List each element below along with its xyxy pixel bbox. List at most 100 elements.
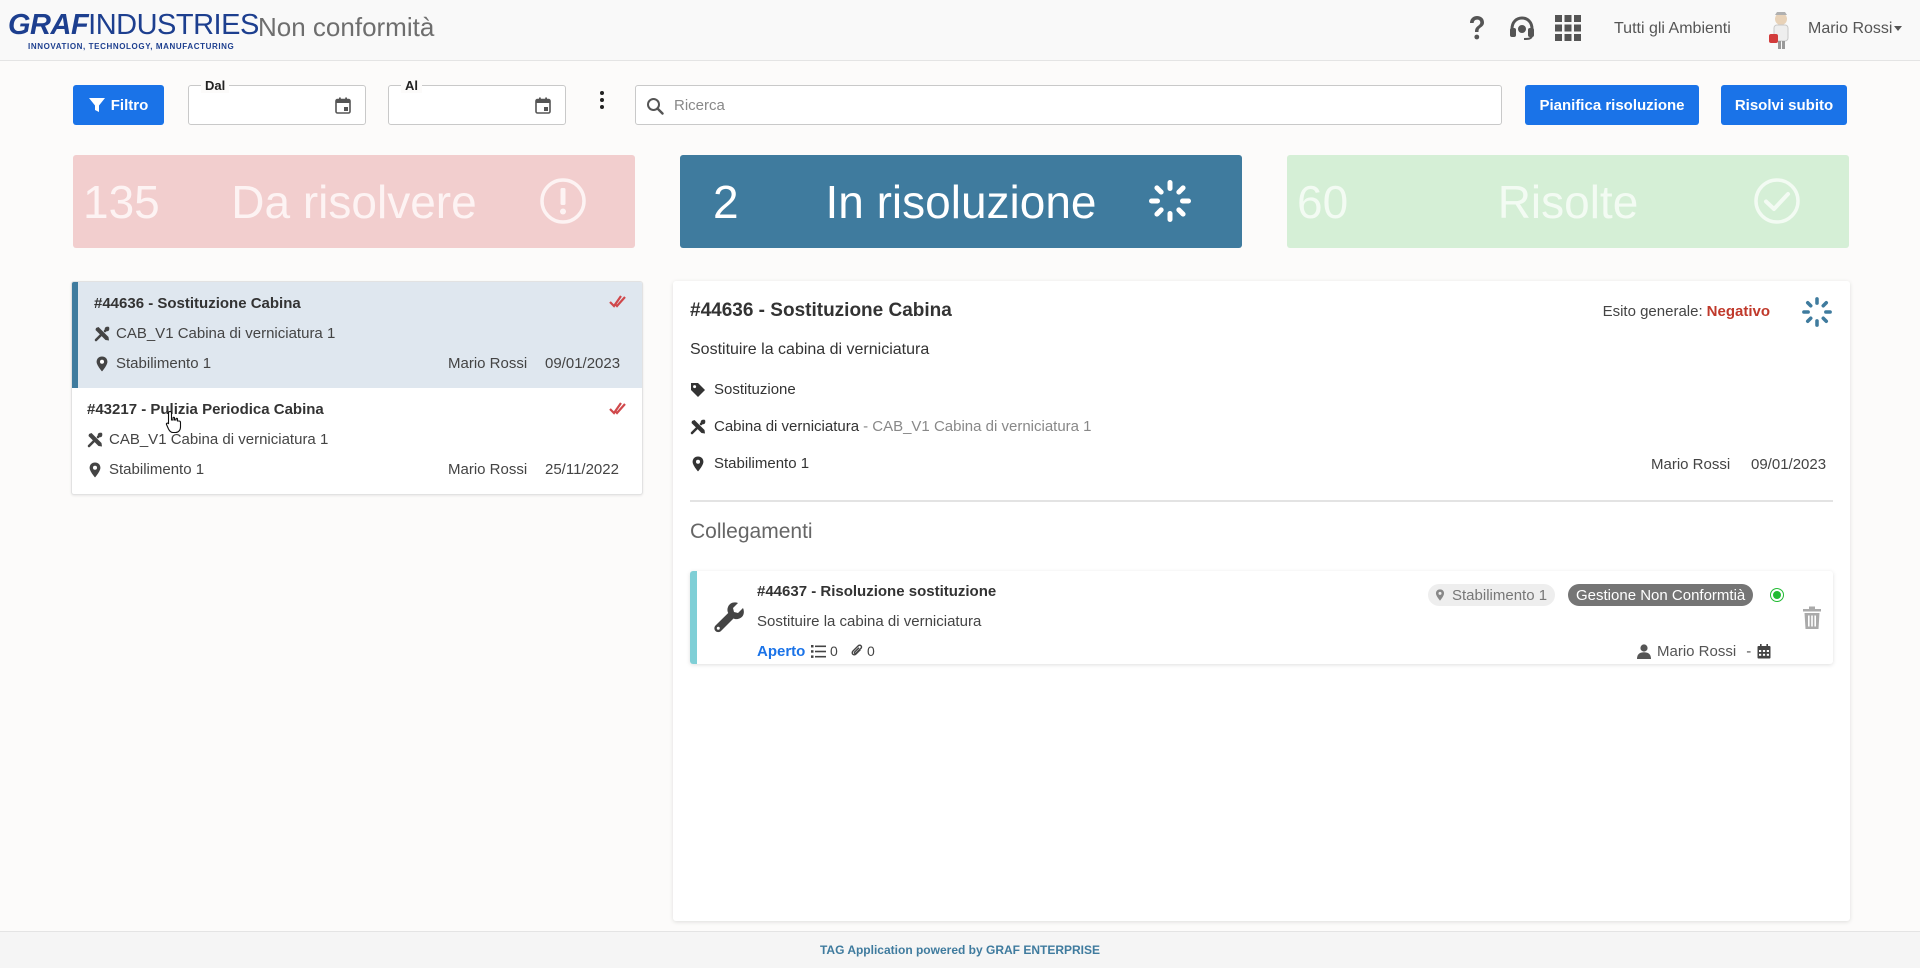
- tools-icon: [690, 419, 706, 434]
- detail-tag-text: Sostituzione: [714, 381, 796, 398]
- linked-item-separator: -: [1746, 643, 1752, 660]
- search-input[interactable]: [674, 86, 1494, 124]
- search-field[interactable]: [635, 85, 1502, 125]
- tools-icon: [94, 326, 110, 341]
- linked-item-tasks: 0: [811, 643, 838, 659]
- list-item-asset-text: CAB_V1 Cabina di verniciatura 1: [116, 325, 336, 342]
- user-avatar[interactable]: [1766, 10, 1796, 50]
- linked-item-status: Aperto: [757, 643, 806, 660]
- status-dot: [1771, 589, 1783, 601]
- logo-name: INDUSTRIES: [88, 9, 259, 41]
- more-options-icon[interactable]: [596, 89, 608, 111]
- list-item-user: Mario Rossi: [448, 355, 528, 372]
- stat-card-to-resolve[interactable]: 135 Da risolvere: [73, 155, 635, 248]
- detail-user: Mario Rossi: [1651, 456, 1731, 473]
- date-to-field[interactable]: Al: [388, 78, 566, 125]
- paperclip-icon: [851, 644, 863, 656]
- trash-icon[interactable]: [1802, 606, 1822, 630]
- location-chip: Stabilimento 1: [1428, 584, 1556, 606]
- selection-indicator: [72, 282, 78, 388]
- list-item-location: Stabilimento 1: [94, 355, 211, 372]
- map-marker-icon: [692, 456, 704, 471]
- outcome-value: Negativo: [1706, 303, 1770, 320]
- list-item-title: #44636 - Sostituzione Cabina: [94, 295, 301, 312]
- top-bar: GRAFINDUSTRIES INNOVATION, TECHNOLOGY, M…: [0, 0, 1920, 61]
- attachments-count: 0: [867, 643, 875, 659]
- footer: TAG Application powered by GRAF ENTERPRI…: [0, 931, 1920, 968]
- list-item-location-text: Stabilimento 1: [116, 355, 212, 372]
- detail-asset-code: - CAB_V1 Cabina di verniciatura 1: [863, 418, 1092, 435]
- logo-brand: GRAF: [8, 9, 89, 41]
- linked-item-attachments: 0: [851, 643, 875, 659]
- tools-icon: [87, 432, 103, 447]
- links-heading: Collegamenti: [690, 520, 813, 543]
- detail-panel: #44636 - Sostituzione Cabina Esito gener…: [673, 281, 1850, 921]
- spinner-icon: [1149, 180, 1191, 222]
- list-item-asset: CAB_V1 Cabina di verniciatura 1: [94, 325, 335, 342]
- calendar-icon: [1757, 644, 1771, 659]
- resolve-now-button[interactable]: Risolvi subito: [1721, 85, 1847, 125]
- outcome-label: Esito generale:: [1602, 303, 1703, 320]
- linked-item-title[interactable]: #44637 - Risoluzione sostituzione: [757, 583, 996, 600]
- footer-text: TAG Application powered by GRAF ENTERPRI…: [819, 943, 1101, 957]
- list-item-user: Mario Rossi: [448, 461, 528, 478]
- page-title: Non conformità: [258, 12, 435, 42]
- company-logo[interactable]: GRAFINDUSTRIES INNOVATION, TECHNOLOGY, M…: [8, 9, 259, 54]
- stat-card-resolved[interactable]: 60 Risolte: [1287, 155, 1849, 248]
- exclamation-circle-icon: [540, 178, 586, 224]
- stat-card-in-resolution[interactable]: 2 In risoluzione: [680, 155, 1242, 248]
- module-chip: Gestione Non Conformtià: [1568, 584, 1754, 606]
- logo-tagline: INNOVATION, TECHNOLOGY, MANUFACTURING: [28, 42, 235, 51]
- map-marker-icon: [1435, 589, 1445, 601]
- list-item-date: 25/11/2022: [545, 461, 619, 478]
- linked-item-user-text: Mario Rossi: [1657, 643, 1737, 660]
- help-icon[interactable]: [1462, 13, 1492, 43]
- date-from-field[interactable]: Dal: [188, 78, 366, 125]
- double-check-icon: [609, 402, 626, 415]
- list-item-location: Stabilimento 1: [87, 461, 204, 478]
- apps-grid-icon[interactable]: [1553, 13, 1583, 43]
- plan-resolution-label: Pianifica risoluzione: [1539, 96, 1685, 114]
- detail-title: #44636 - Sostituzione Cabina: [690, 300, 952, 321]
- detail-location-text: Stabilimento 1: [714, 455, 810, 472]
- detail-description: Sostituire la cabina di verniciatura: [690, 341, 930, 358]
- calendar-icon[interactable]: [335, 97, 351, 114]
- check-circle-icon: [1754, 178, 1800, 224]
- detail-date: 09/01/2023: [1751, 456, 1827, 473]
- tasks-count: 0: [830, 643, 838, 659]
- user-icon: [1637, 644, 1651, 659]
- filter-button[interactable]: Filtro: [73, 85, 164, 125]
- user-menu[interactable]: Mario Rossi: [1808, 20, 1892, 38]
- linked-item-description: Sostituire la cabina di verniciatura: [757, 613, 982, 630]
- list-item[interactable]: #43217 - Pulizia Periodica Cabina CAB_V1…: [72, 390, 642, 494]
- mouse-cursor-icon: [165, 410, 182, 434]
- filter-button-label: Filtro: [110, 96, 149, 114]
- detail-asset: Cabina di verniciatura - CAB_V1 Cabina d…: [690, 418, 1092, 435]
- calendar-icon[interactable]: [535, 97, 551, 114]
- non-conformity-list: #44636 - Sostituzione Cabina CAB_V1 Cabi…: [71, 281, 643, 495]
- filter-icon: [88, 98, 105, 112]
- list-item-asset-text: CAB_V1 Cabina di verniciatura 1: [109, 431, 329, 448]
- resolve-now-label: Risolvi subito: [1734, 96, 1834, 114]
- detail-location: Stabilimento 1: [690, 455, 809, 472]
- list-item-date: 09/01/2023: [545, 355, 621, 372]
- divider: [690, 500, 1833, 502]
- map-marker-icon: [89, 462, 101, 477]
- detail-outcome: Esito generale: Negativo: [1603, 303, 1770, 320]
- wrench-icon: [714, 602, 744, 633]
- linked-item-user: Mario Rossi -: [1637, 643, 1771, 660]
- location-chip-text: Stabilimento 1: [1452, 586, 1548, 604]
- list-item-asset: CAB_V1 Cabina di verniciatura 1: [87, 431, 328, 448]
- date-to-label: Al: [401, 78, 422, 93]
- linked-item-card[interactable]: #44637 - Risoluzione sostituzione Sostit…: [690, 571, 1833, 664]
- list-item[interactable]: #44636 - Sostituzione Cabina CAB_V1 Cabi…: [72, 282, 642, 388]
- plan-resolution-button[interactable]: Pianifica risoluzione: [1525, 85, 1699, 125]
- chevron-down-icon[interactable]: [1894, 26, 1902, 31]
- support-headset-icon[interactable]: [1507, 13, 1537, 43]
- list-item-location-text: Stabilimento 1: [109, 461, 205, 478]
- environment-selector[interactable]: Tutti gli Ambienti: [1614, 20, 1731, 38]
- map-marker-icon: [96, 356, 108, 371]
- search-icon: [647, 98, 664, 115]
- date-from-label: Dal: [201, 78, 230, 93]
- detail-tag: Sostituzione: [690, 381, 796, 398]
